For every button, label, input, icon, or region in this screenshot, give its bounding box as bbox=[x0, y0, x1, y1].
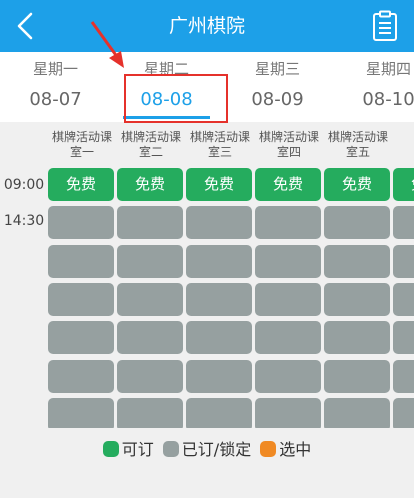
slot-booked bbox=[186, 206, 252, 240]
slot-booked bbox=[117, 397, 183, 428]
slot-grid: 免费免费免费免费免费免费 bbox=[48, 168, 414, 428]
slot-free[interactable]: 免费 bbox=[255, 168, 321, 201]
room-label-line1: 棋牌活动课 bbox=[189, 130, 250, 144]
slot-booked bbox=[324, 282, 390, 316]
slot-free[interactable]: 免费 bbox=[48, 168, 114, 201]
legend: 可订 已订/锁定 选中 bbox=[0, 436, 414, 462]
legend-item-selected: 选中 bbox=[260, 436, 311, 460]
annotation-highlight-box bbox=[124, 74, 228, 123]
slot-booked bbox=[393, 359, 414, 393]
legend-item-booked: 已订/锁定 bbox=[162, 436, 252, 460]
slot-booked bbox=[186, 321, 252, 355]
slot-booked bbox=[117, 244, 183, 278]
slot-booked bbox=[255, 321, 321, 355]
slot-booked bbox=[255, 397, 321, 428]
slot-booked bbox=[186, 397, 252, 428]
slot-booked bbox=[117, 206, 183, 240]
page-title: 广州棋院 bbox=[168, 15, 245, 37]
room-label-line2: 室五 bbox=[345, 145, 370, 159]
slot-booked bbox=[255, 206, 321, 240]
slot-booked bbox=[255, 359, 321, 393]
date-tab[interactable]: 星期四 08-10 bbox=[333, 52, 414, 122]
slot-booked bbox=[393, 397, 414, 428]
order-list-button[interactable] bbox=[370, 10, 400, 42]
booking-page: 广州棋院 星期一 08-07 星期二 08-08 星期三 08-09 星期四 0… bbox=[0, 0, 414, 498]
slot-booked bbox=[324, 244, 390, 278]
room-label: 棋牌活动课 室四 bbox=[255, 130, 323, 160]
slot-booked bbox=[48, 282, 114, 316]
slot-free[interactable]: 免费 bbox=[117, 168, 183, 201]
date-tab-weekday: 星期一 bbox=[32, 60, 78, 78]
slot-booked bbox=[117, 282, 183, 316]
slot-booked bbox=[393, 282, 414, 316]
legend-label: 可订 bbox=[121, 440, 154, 459]
slot-booked bbox=[117, 359, 183, 393]
legend-swatch bbox=[260, 441, 277, 457]
slot-booked bbox=[186, 359, 252, 393]
room-label-line1: 棋牌活动课 bbox=[258, 130, 319, 144]
room-label-line2: 室一 bbox=[69, 145, 94, 159]
slot-booked bbox=[186, 282, 252, 316]
time-label: 09:00 bbox=[3, 177, 45, 193]
slot-booked bbox=[324, 359, 390, 393]
slot-booked bbox=[324, 397, 390, 428]
slot-booked bbox=[48, 206, 114, 240]
slot-booked bbox=[255, 282, 321, 316]
legend-label: 已订/锁定 bbox=[181, 440, 252, 459]
slot-booked bbox=[186, 244, 252, 278]
slot-booked bbox=[393, 244, 414, 278]
room-label-line1: 棋牌活动课 bbox=[120, 130, 181, 144]
slot-free[interactable]: 免费 bbox=[393, 168, 414, 201]
room-label: 棋牌活动课 室三 bbox=[186, 130, 254, 160]
slot-free[interactable]: 免费 bbox=[324, 168, 390, 201]
legend-swatch bbox=[102, 441, 119, 457]
room-label: 棋牌活动课 室二 bbox=[117, 130, 185, 160]
date-tab-weekday: 星期三 bbox=[254, 60, 300, 78]
date-tab-weekday: 星期四 bbox=[365, 60, 411, 78]
slot-booked bbox=[48, 321, 114, 355]
legend-swatch bbox=[162, 441, 179, 457]
room-label-line1: 棋牌活动课 bbox=[327, 130, 388, 144]
date-tab-date: 08-07 bbox=[29, 89, 82, 110]
time-label: 14:30 bbox=[3, 213, 45, 229]
room-label-line2: 室二 bbox=[138, 145, 163, 159]
header-bar: 广州棋院 bbox=[0, 0, 414, 52]
room-header: 棋牌活动课 室一 棋牌活动课 室二 棋牌活动课 室三 棋牌活动课 室四 棋牌活动… bbox=[0, 130, 414, 166]
room-label: 棋牌活动课 室五 bbox=[324, 130, 392, 160]
slot-booked bbox=[324, 206, 390, 240]
date-tab[interactable]: 星期三 08-09 bbox=[222, 52, 333, 122]
slot-booked bbox=[393, 321, 414, 355]
slot-booked bbox=[255, 244, 321, 278]
room-label: 棋牌活动课 室一 bbox=[48, 130, 116, 160]
legend-item-available: 可订 bbox=[102, 436, 154, 460]
slot-booked bbox=[324, 321, 390, 355]
slot-booked bbox=[393, 206, 414, 240]
slot-booked bbox=[48, 359, 114, 393]
slot-free[interactable]: 免费 bbox=[186, 168, 252, 201]
slot-booked bbox=[48, 397, 114, 428]
legend-label: 选中 bbox=[279, 440, 312, 459]
clipboard-list-icon bbox=[373, 10, 397, 41]
date-tab-date: 08-09 bbox=[251, 89, 304, 110]
slot-booked bbox=[117, 321, 183, 355]
room-label-line2: 室四 bbox=[276, 145, 301, 159]
date-tab[interactable]: 星期一 08-07 bbox=[0, 52, 111, 122]
date-tab-date: 08-10 bbox=[362, 89, 414, 110]
slot-booked bbox=[48, 244, 114, 278]
room-label-line2: 室三 bbox=[207, 145, 232, 159]
room-label-line1: 棋牌活动课 bbox=[51, 130, 112, 144]
